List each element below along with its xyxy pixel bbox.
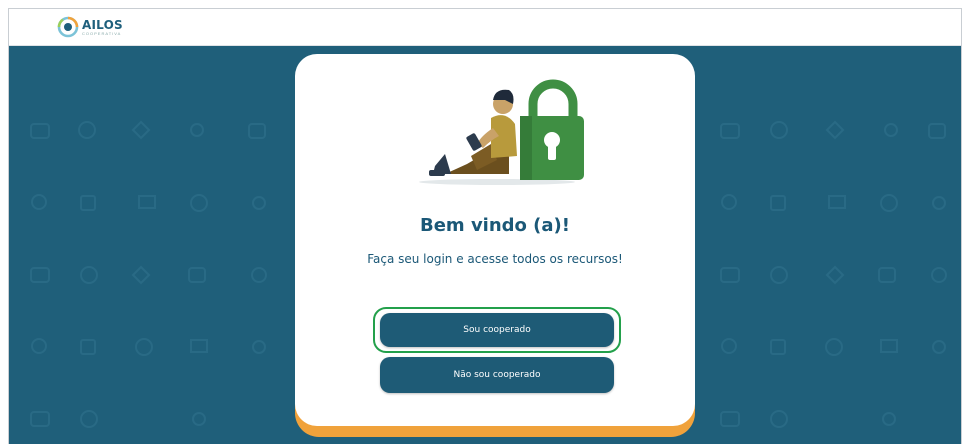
welcome-title: Bem vindo (a)! (420, 215, 570, 236)
app-window: AILOS COOPERATIVA Bem vindo (a)! Faça se… (8, 8, 962, 444)
ailos-logo-icon (57, 16, 79, 38)
login-card: Bem vindo (a)! Faça seu login e acesse t… (295, 54, 695, 426)
person-with-padlock-illustration (419, 79, 584, 185)
nao-sou-cooperado-button[interactable]: Não sou cooperado (380, 357, 614, 393)
logo-text: AILOS (82, 17, 123, 32)
welcome-subtitle: Faça seu login e acesse todos os recurso… (367, 252, 623, 266)
top-bar: AILOS COOPERATIVA (9, 9, 961, 46)
logo-subtext: COOPERATIVA (82, 30, 122, 36)
ailos-logo[interactable]: AILOS COOPERATIVA (57, 16, 123, 38)
sou-cooperado-button[interactable]: Sou cooperado (380, 313, 614, 347)
